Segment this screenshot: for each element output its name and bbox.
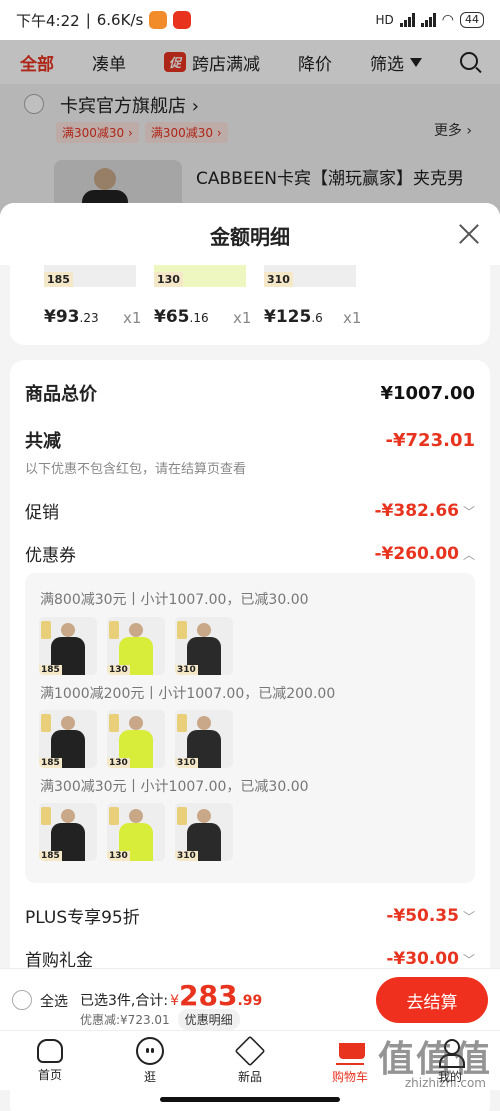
close-icon[interactable] xyxy=(458,223,480,245)
coupon-group-title: 满1000减200元丨小计1007.00，已减200.00 xyxy=(40,686,336,702)
chevron-down-icon: ﹀ xyxy=(462,909,475,924)
total-summary: 已选3件,合计: ¥ 283 .99 xyxy=(80,979,263,1012)
coupon-label: 优惠券 xyxy=(25,546,76,566)
coupon-group-thumbs: 185 130 310 xyxy=(39,803,233,861)
box-icon xyxy=(234,1035,266,1067)
coupon-value: -¥260.00 xyxy=(374,543,459,564)
signal-icon xyxy=(420,13,436,27)
selected-products: 185 ¥93.23 x1 130 ¥65.16 x1 310 ¥125.6 x… xyxy=(10,265,490,345)
product-item[interactable]: 310 ¥125.6 x1 xyxy=(240,265,361,345)
product-item[interactable]: 185 ¥93.23 x1 xyxy=(20,265,141,345)
product-thumbnail[interactable]: 130 xyxy=(107,803,165,861)
home-indicator xyxy=(160,1097,340,1102)
product-thumbnail[interactable]: 185 xyxy=(39,710,97,768)
coupon-group-title: 满300减30元丨小计1007.00，已减30.00 xyxy=(40,779,309,795)
select-all-checkbox[interactable] xyxy=(12,990,32,1010)
reduce-label: 共减 xyxy=(25,431,61,452)
sheet-header: 金额明细 xyxy=(0,203,500,265)
product-image: 185 xyxy=(44,265,136,287)
home-icon xyxy=(37,1039,63,1063)
total-row: 商品总价 ¥1007.00 xyxy=(25,380,475,406)
reduce-row: 共减 -¥723.01 xyxy=(25,427,475,453)
tab-new[interactable]: 新品 xyxy=(200,1031,300,1090)
watermark: 值值值 xyxy=(377,1039,492,1080)
product-image: 310 xyxy=(264,265,356,287)
notification-app-icon xyxy=(149,11,168,29)
checkout-bar: 全选 已选3件,合计: ¥ 283 .99 优惠减:¥723.01 优惠明细 去… xyxy=(0,968,500,1030)
first-purchase-value: -¥30.00 xyxy=(386,948,459,969)
reduce-value: -¥723.01 xyxy=(385,429,475,451)
status-time: 下午4:22 xyxy=(16,11,80,30)
total-value: ¥1007.00 xyxy=(380,382,475,404)
promo-value: -¥382.66 xyxy=(374,500,459,521)
product-qty: x1 xyxy=(343,309,362,327)
battery-icon: 44 xyxy=(460,12,484,28)
product-item[interactable]: 130 ¥65.16 x1 xyxy=(130,265,251,345)
product-image: 130 xyxy=(154,265,246,287)
tab-home[interactable]: 首页 xyxy=(0,1031,100,1090)
coupon-row[interactable]: 优惠券 -¥260.00 ︿ xyxy=(25,541,475,567)
watermark-url: zhizhizhi.com xyxy=(404,1076,486,1090)
discount-detail-button[interactable]: 优惠明细 xyxy=(177,1009,240,1030)
product-thumbnail[interactable]: 130 xyxy=(107,617,165,675)
promo-label: 促销 xyxy=(25,503,59,523)
product-price: ¥93.23 xyxy=(44,307,99,327)
coupon-group-title: 满800减30元丨小计1007.00，已减30.00 xyxy=(40,592,309,608)
product-thumbnail[interactable]: 185 xyxy=(39,803,97,861)
notification-app-icon xyxy=(173,11,192,29)
status-bar: 下午4:22 | 6.6K/s HD ◠ 44 xyxy=(0,0,500,40)
signal-icon xyxy=(399,13,415,27)
network-speed: 6.6K/s xyxy=(96,11,144,29)
product-thumbnail[interactable]: 310 xyxy=(175,617,233,675)
plus-row[interactable]: PLUS专享95折 -¥50.35 ﹀ xyxy=(25,903,475,929)
reduce-note: 以下优惠不包含红包，请在结算页查看 xyxy=(25,462,247,477)
total-amount: 283 xyxy=(179,979,238,1012)
coupon-group-thumbs: 185 130 310 xyxy=(39,710,233,768)
tab-explore[interactable]: 逛 xyxy=(100,1031,200,1090)
product-thumbnail[interactable]: 310 xyxy=(175,803,233,861)
chevron-down-icon: ﹀ xyxy=(462,504,475,519)
face-icon xyxy=(136,1037,164,1065)
chevron-up-icon: ︿ xyxy=(462,547,475,562)
coupon-group-thumbs: 185 130 310 xyxy=(39,617,233,675)
select-all-label[interactable]: 全选 xyxy=(40,991,68,1011)
sheet-title: 金额明细 xyxy=(210,225,290,249)
hd-icon: HD xyxy=(375,13,394,27)
checkout-button[interactable]: 去结算 xyxy=(376,977,488,1023)
cart-icon xyxy=(336,1037,365,1065)
coupon-groups: 满800减30元丨小计1007.00，已减30.00 185 130 310 满… xyxy=(25,573,475,883)
product-thumbnail[interactable]: 185 xyxy=(39,617,97,675)
product-price: ¥65.16 xyxy=(154,307,209,327)
total-label: 商品总价 xyxy=(25,384,97,405)
saved-amount: 优惠减:¥723.01 xyxy=(80,1013,170,1027)
chevron-down-icon: ﹀ xyxy=(462,952,475,967)
product-thumbnail[interactable]: 130 xyxy=(107,710,165,768)
plus-value: -¥50.35 xyxy=(386,905,459,926)
plus-label: PLUS专享95折 xyxy=(25,908,140,928)
product-price: ¥125.6 xyxy=(264,307,323,327)
saved-line: 优惠减:¥723.01 优惠明细 xyxy=(80,1009,240,1030)
product-thumbnail[interactable]: 310 xyxy=(175,710,233,768)
wifi-icon: ◠ xyxy=(441,12,454,28)
promo-row[interactable]: 促销 -¥382.66 ﹀ xyxy=(25,498,475,524)
